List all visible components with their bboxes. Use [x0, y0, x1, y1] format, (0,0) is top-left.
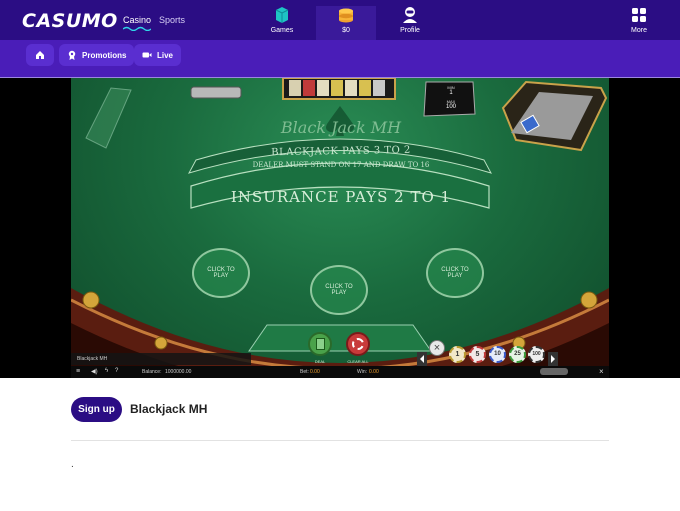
- blackjack-table[interactable]: Black Jack MH BLACKJACK PAYS 3 TO 2 DEAL…: [71, 78, 609, 378]
- bet-spot-center[interactable]: CLICK TO PLAY: [310, 265, 368, 315]
- win-label: Win:: [357, 369, 367, 375]
- game-name-label: Blackjack MH: [77, 356, 108, 362]
- close-chips-button[interactable]: ×: [429, 340, 445, 356]
- bet-spot-left[interactable]: CLICK TO PLAY: [192, 248, 250, 298]
- wallet-balance: $0: [342, 27, 350, 34]
- clear-all-button[interactable]: [346, 332, 370, 356]
- home-button[interactable]: [26, 44, 54, 66]
- deal-card-icon: [315, 338, 325, 350]
- chip-5-label: 5: [475, 351, 480, 358]
- menu-icon[interactable]: ≡: [76, 368, 80, 375]
- game-status-bar: ≡ ◀) ϟ ? Balance: 1000000.00 Bet: 0.00 W…: [71, 366, 609, 378]
- description-text: .: [71, 459, 74, 470]
- chip-stack: [345, 80, 357, 96]
- coins-icon: [339, 8, 353, 23]
- chip-10[interactable]: 10: [489, 346, 506, 363]
- balance-value: 1000000.00: [165, 369, 192, 375]
- limits-min-value: 1: [449, 90, 453, 96]
- banner-dealer-rule: DEALER MUST STAND ON 17 AND DRAW TO 16: [252, 161, 430, 169]
- chip-100-label: 100: [532, 351, 541, 357]
- casumo-logo[interactable]: CASUMO: [22, 10, 118, 32]
- games-icon: [275, 7, 289, 23]
- bet-spot-right[interactable]: CLICK TO PLAY: [426, 248, 484, 298]
- nav-profile-label: Profile: [400, 27, 420, 34]
- home-icon: [36, 51, 44, 59]
- deal-label: DEAL: [314, 359, 326, 364]
- game-name-strip: Blackjack MH: [71, 353, 251, 365]
- tab-casino-label: Casino: [123, 15, 152, 25]
- bet-value: 0.00: [310, 369, 320, 375]
- close-icon: ×: [433, 342, 441, 354]
- nav-more-label: More: [631, 27, 647, 34]
- banner-insurance-text: INSURANCE PAYS 2 TO 1: [230, 188, 452, 206]
- nav-games-label: Games: [270, 27, 294, 34]
- sub-navigation: Promotions Live: [0, 40, 680, 78]
- bet-label: Bet:: [300, 369, 309, 375]
- chip-stack: [331, 80, 343, 96]
- divider: [71, 440, 609, 441]
- chip-25-label: 25: [514, 351, 521, 357]
- close-game-icon[interactable]: ×: [599, 367, 604, 376]
- card-bar: [190, 86, 242, 99]
- provider-logo: [540, 368, 568, 375]
- chip-5[interactable]: 5: [469, 346, 486, 363]
- tab-sports[interactable]: Sports: [159, 15, 185, 25]
- promotions-icon: [68, 50, 76, 60]
- chip-stack: [303, 80, 315, 96]
- rim-stud: [154, 336, 168, 350]
- chip-10-label: 10: [494, 351, 501, 357]
- promotions-button[interactable]: Promotions: [59, 44, 135, 66]
- promotions-label: Promotions: [82, 50, 127, 60]
- top-bar: CASUMO Casino Sports Games $0 Profile Mo…: [0, 0, 680, 40]
- nav-wallet[interactable]: $0: [316, 6, 376, 40]
- discard-holder: [85, 87, 132, 149]
- win-value: 0.00: [369, 369, 379, 375]
- sound-icon[interactable]: ◀): [91, 368, 98, 375]
- bet-spot-center-label: CLICK TO PLAY: [325, 284, 353, 296]
- control-panel: [248, 324, 432, 352]
- nav-profile[interactable]: Profile: [380, 6, 440, 34]
- rim-stud: [82, 291, 100, 309]
- clear-chip-icon: [352, 338, 364, 350]
- game-frame[interactable]: Black Jack MH BLACKJACK PAYS 3 TO 2 DEAL…: [0, 78, 680, 378]
- live-button[interactable]: Live: [134, 44, 182, 66]
- nav-games[interactable]: Games: [252, 6, 312, 34]
- chip-stack: [317, 80, 329, 96]
- bet-spot-right-label: CLICK TO PLAY: [441, 267, 469, 279]
- table-logo: Black Jack MH: [280, 118, 402, 137]
- chip-100[interactable]: 100: [528, 346, 545, 363]
- help-icon[interactable]: ?: [115, 368, 118, 374]
- balance-label: Balance:: [142, 369, 162, 375]
- chip-25[interactable]: 25: [509, 346, 526, 363]
- grid-icon: [632, 8, 646, 22]
- chip-stack: [359, 80, 371, 96]
- chip-1[interactable]: 1: [449, 346, 466, 363]
- chip-stack: [373, 80, 385, 96]
- bet-spot-left-label: CLICK TO PLAY: [207, 267, 235, 279]
- deal-button[interactable]: [308, 332, 332, 356]
- game-title: Blackjack MH: [130, 402, 208, 416]
- tab-casino[interactable]: Casino: [123, 15, 152, 31]
- nav-more[interactable]: More: [609, 6, 669, 34]
- turbo-icon[interactable]: ϟ: [105, 368, 108, 374]
- limits-max-value: 100: [445, 104, 456, 110]
- chip-stack: [289, 80, 301, 96]
- sign-up-button[interactable]: Sign up: [71, 397, 122, 422]
- rim-stud: [580, 291, 598, 309]
- live-label: Live: [157, 50, 174, 60]
- active-tab-wave-icon: [123, 26, 152, 31]
- camera-icon: [142, 52, 152, 58]
- clear-all-label: CLEAR ALL: [347, 359, 369, 364]
- profile-icon: [403, 7, 417, 23]
- chip-1-label: 1: [455, 351, 460, 358]
